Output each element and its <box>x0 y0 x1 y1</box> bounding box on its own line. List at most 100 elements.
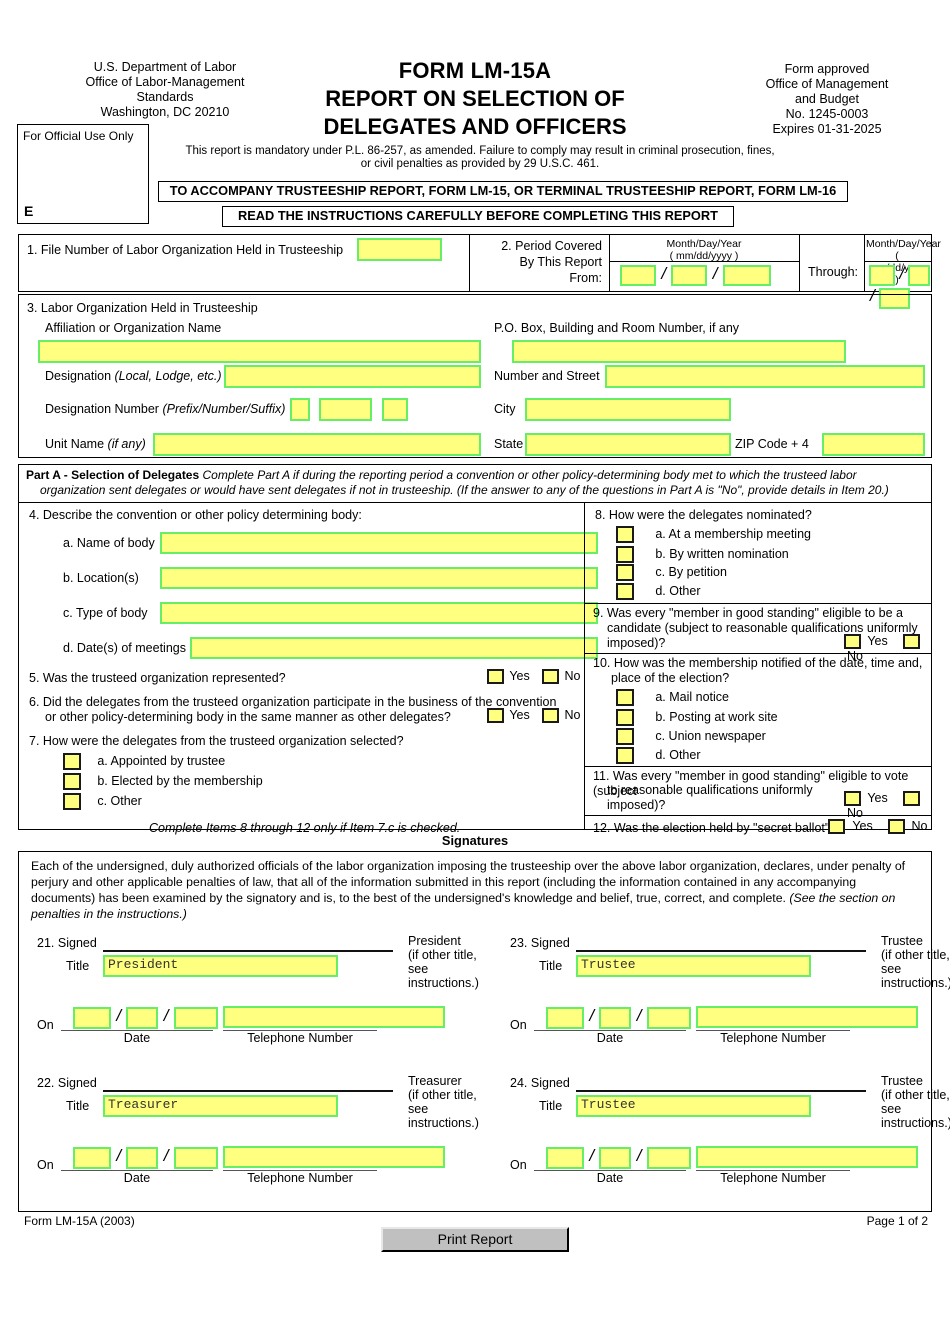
sign-year-input-23[interactable] <box>646 1006 691 1029</box>
item7b-label: b. Elected by the membership <box>97 773 263 788</box>
designation-number-input[interactable] <box>319 398 373 421</box>
item4c-input[interactable] <box>160 602 598 624</box>
sign-day-input-21[interactable] <box>126 1006 159 1029</box>
item10a-checkbox[interactable] <box>616 689 634 706</box>
through-month-input[interactable] <box>869 265 895 287</box>
title-input-22[interactable]: Treasurer <box>103 1095 338 1117</box>
item10d-checkbox[interactable] <box>616 747 634 764</box>
item11-yes-checkbox[interactable] <box>844 791 861 807</box>
signed-text: Signed <box>530 936 570 950</box>
through-day-input[interactable] <box>908 265 931 287</box>
from-day-input[interactable] <box>671 265 708 287</box>
city-input[interactable] <box>525 398 731 421</box>
sign-month-input-23[interactable] <box>546 1006 584 1029</box>
sign-day-input-24[interactable] <box>599 1146 632 1169</box>
banner-read-instructions: READ THE INSTRUCTIONS CAREFULLY BEFORE C… <box>222 206 734 227</box>
sign-month-input-22[interactable] <box>73 1146 111 1169</box>
signature-line[interactable] <box>576 950 866 952</box>
item5-yes-checkbox[interactable] <box>487 669 504 685</box>
signature-line[interactable] <box>103 950 393 952</box>
from-year-input[interactable] <box>722 265 771 287</box>
item6-no-checkbox[interactable] <box>542 708 560 724</box>
item10b-checkbox[interactable] <box>616 709 634 726</box>
telephone-label-24: Telephone Number <box>720 1171 826 1185</box>
signature-block-22: 22. Signed Treasurer (if other title, se… <box>23 1072 479 1202</box>
title-input-21[interactable]: President <box>103 955 338 977</box>
telephone-input-21[interactable] <box>223 1006 445 1028</box>
omb-line-3: and Budget <box>795 92 859 106</box>
print-report-button[interactable]: Print Report <box>381 1227 569 1252</box>
slash-separator: / <box>116 1006 122 1025</box>
sign-year-input-24[interactable] <box>646 1146 691 1169</box>
on-label-23: On <box>510 1018 527 1032</box>
affiliation-input[interactable] <box>38 340 481 363</box>
item8a-checkbox[interactable] <box>616 526 634 543</box>
date-label-24: Date <box>596 1171 624 1185</box>
item11-label-line-3: imposed)? <box>607 798 666 812</box>
designation-suffix-input[interactable] <box>381 398 408 421</box>
item8b-checkbox[interactable] <box>616 546 634 563</box>
item9-yes-checkbox[interactable] <box>844 634 861 650</box>
signature-line[interactable] <box>576 1090 866 1092</box>
item6-yes-checkbox[interactable] <box>487 708 504 724</box>
state-input[interactable] <box>525 433 731 456</box>
item5-no-checkbox[interactable] <box>542 669 560 685</box>
item7b-checkbox[interactable] <box>63 773 81 790</box>
designation-prefix-input[interactable] <box>290 398 310 421</box>
sign-day-input-22[interactable] <box>126 1146 159 1169</box>
omb-line-1: Form approved <box>784 62 870 76</box>
item4b-label: b. Location(s) <box>63 571 139 585</box>
signature-line[interactable] <box>103 1090 393 1092</box>
item10c-checkbox[interactable] <box>616 728 634 745</box>
on-label-22: On <box>37 1158 54 1172</box>
telephone-input-24[interactable] <box>696 1146 918 1168</box>
street-input[interactable] <box>605 365 925 388</box>
title-input-24[interactable]: Trustee <box>576 1095 811 1117</box>
item7a-checkbox[interactable] <box>63 753 81 770</box>
signed-text: Signed <box>57 1076 97 1090</box>
item4d-label: d. Date(s) of meetings <box>63 641 186 655</box>
item8c-checkbox[interactable] <box>616 564 634 581</box>
item10b-label: b. Posting at work site <box>655 709 778 724</box>
item-1-2-box: 1. File Number of Labor Organization Hel… <box>18 234 941 309</box>
item11-no-checkbox[interactable] <box>903 791 921 807</box>
telephone-input-23[interactable] <box>696 1006 918 1028</box>
other-title-line-1: (if other title, <box>881 948 950 962</box>
title-label-21: Title <box>66 959 90 973</box>
role-title-23: Trustee (if other title, see instruction… <box>881 934 950 990</box>
other-title-line-1: (if other title, <box>408 948 477 962</box>
sign-month-input-21[interactable] <box>73 1006 111 1029</box>
item4b-input[interactable] <box>160 567 598 589</box>
other-title-line-2: see instructions.) <box>408 962 479 990</box>
item4d-input[interactable] <box>190 637 598 659</box>
item4a-input[interactable] <box>160 532 598 554</box>
file-number-input[interactable] <box>357 238 442 261</box>
designation-input[interactable] <box>224 365 481 388</box>
item-3-box: 3. Labor Organization Held in Trusteeshi… <box>18 294 932 458</box>
sign-year-input-22[interactable] <box>173 1146 218 1169</box>
slash-separator: / <box>116 1146 122 1165</box>
pobox-input[interactable] <box>512 340 846 363</box>
period-covered-label-1: 2. Period Covered <box>501 239 602 253</box>
official-use-code: E <box>24 203 34 219</box>
title-input-23[interactable]: Trustee <box>576 955 811 977</box>
item7c-checkbox[interactable] <box>63 793 81 810</box>
item11-yes-label: Yes <box>867 791 888 805</box>
designation-label-italic: (Local, Lodge, etc.) <box>114 369 222 383</box>
item9-no-checkbox[interactable] <box>903 634 921 650</box>
unit-name-label-italic: (if any) <box>107 437 146 451</box>
item8d-checkbox[interactable] <box>616 583 634 600</box>
sign-day-input-23[interactable] <box>599 1006 632 1029</box>
item6-yes-label: Yes <box>509 708 530 722</box>
sign-year-input-21[interactable] <box>173 1006 218 1029</box>
unit-name-input[interactable] <box>153 433 481 456</box>
mandate-line-1: This report is mandatory under P.L. 86-2… <box>185 145 775 157</box>
from-month-input[interactable] <box>620 265 656 287</box>
item4c-label: c. Type of body <box>63 606 148 620</box>
zip-input[interactable] <box>822 433 925 456</box>
telephone-input-22[interactable] <box>223 1146 445 1168</box>
form-title-line-2: REPORT ON SELECTION OF <box>325 86 625 111</box>
form-title-line-1: FORM LM-15A <box>398 58 552 83</box>
official-use-label: For Official Use Only <box>23 129 134 143</box>
sign-month-input-24[interactable] <box>546 1146 584 1169</box>
